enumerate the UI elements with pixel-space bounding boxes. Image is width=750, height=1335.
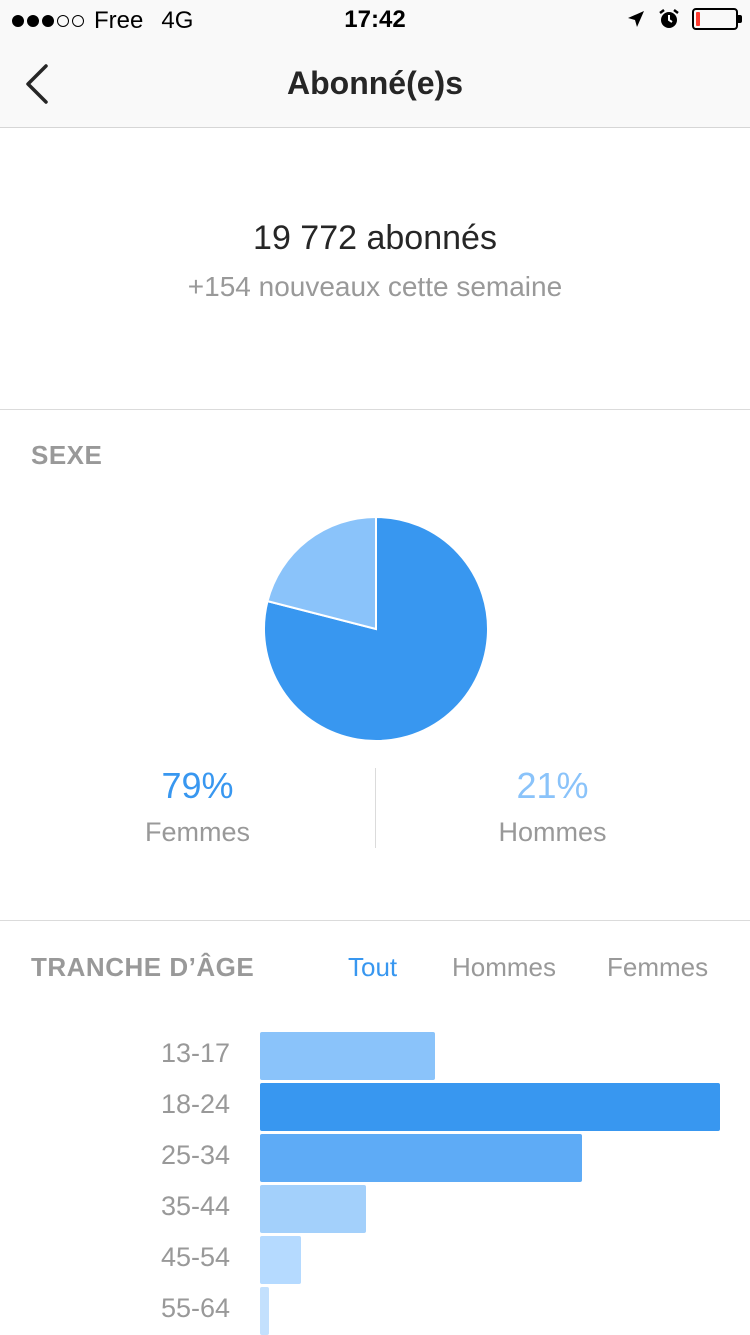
women-stat: 79% Femmes [10, 765, 385, 848]
women-label: Femmes [144, 817, 250, 847]
age-tick-label: 55-64 [160, 1293, 230, 1323]
age-row: 35-44 [0, 1185, 750, 1233]
age-bar [260, 1032, 435, 1080]
age-tick-label: 13-17 [160, 1038, 230, 1068]
navigation-bar: Abonné(e)s [0, 40, 750, 128]
women-percentage: 79% [161, 765, 234, 806]
battery-level [696, 12, 700, 26]
age-bar [260, 1236, 301, 1284]
tab-hommes[interactable]: Hommes [452, 952, 607, 983]
weekly-new-followers: +154 nouveaux cette semaine [187, 271, 563, 302]
status-bar: Free 4G 17:42 [0, 0, 750, 40]
age-row: 25-34 [0, 1134, 750, 1182]
battery-icon [692, 8, 742, 30]
follower-summary: 19 772 abonnés +154 nouveaux cette semai… [0, 129, 750, 410]
location-arrow-icon [628, 11, 644, 27]
gender-section: SEXE 79% Femmes 21% Hommes [0, 410, 750, 921]
status-right [626, 8, 742, 30]
gender-section-title: SEXE [31, 440, 103, 470]
follower-total: 19 772 abonnés [253, 219, 497, 257]
age-bar [260, 1083, 720, 1131]
age-row: 55-64 [0, 1287, 750, 1335]
age-section-title: TRANCHE D’ÂGE [31, 952, 255, 982]
alarm-clock-icon [659, 9, 679, 28]
men-label: Hommes [498, 817, 607, 847]
men-percentage: 21% [516, 765, 589, 806]
age-bar [260, 1134, 582, 1182]
age-tick-label: 25-34 [160, 1140, 230, 1170]
age-row: 13-17 [0, 1032, 750, 1080]
men-stat: 21% Hommes [365, 765, 740, 848]
age-tick-label: 18-24 [160, 1089, 230, 1119]
age-section: TRANCHE D’ÂGE Tout Hommes Femmes 13-17 18-2… [0, 922, 750, 1335]
age-row: 18-24 [0, 1083, 750, 1131]
age-tick-label: 45-54 [160, 1242, 230, 1272]
tab-femmes[interactable]: Femmes [607, 952, 708, 983]
age-bar [260, 1287, 269, 1335]
age-filter-tabs: Tout Hommes Femmes [348, 952, 708, 983]
age-tick-label: 35-44 [160, 1191, 230, 1221]
gender-pie-chart [263, 516, 489, 742]
tab-tout[interactable]: Tout [348, 952, 452, 983]
age-bar [260, 1185, 366, 1233]
page-title: Abonné(e)s [287, 65, 463, 101]
age-row: 45-54 [0, 1236, 750, 1284]
